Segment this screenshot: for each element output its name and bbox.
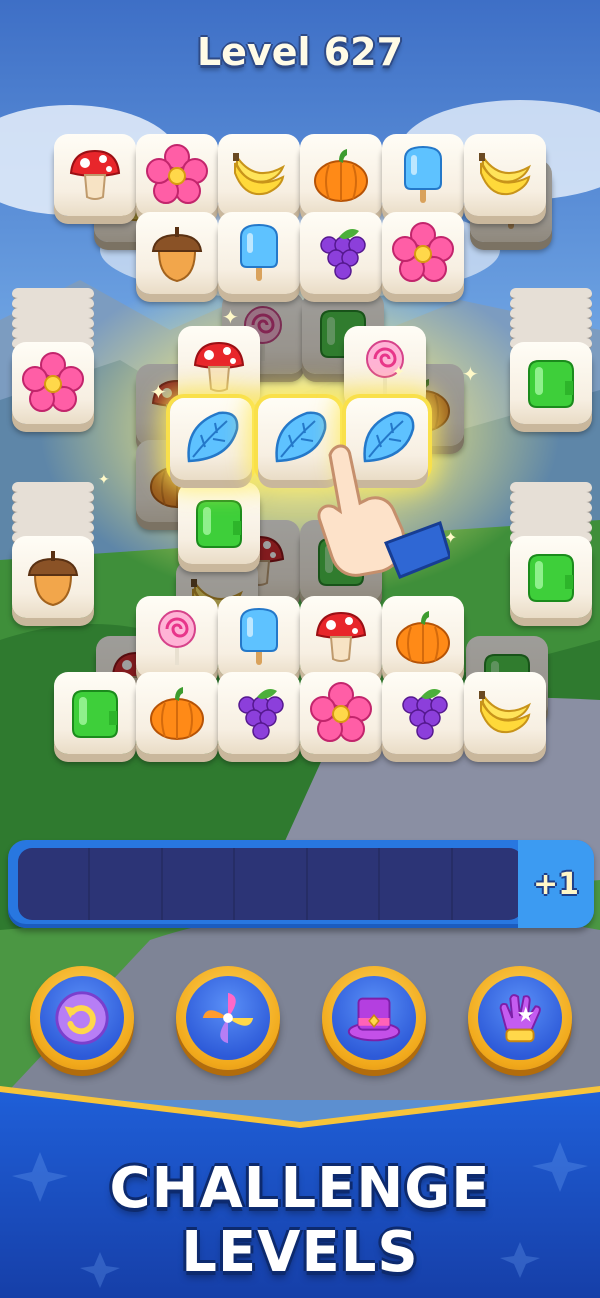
tray-slot (90, 848, 163, 920)
grapes-icon (309, 221, 373, 285)
popsicle-icon (391, 143, 455, 207)
tile-bottom-row-2[interactable] (218, 672, 300, 754)
sparkle: ✦ (98, 472, 110, 488)
add-slot-button[interactable]: +1 (518, 840, 594, 928)
tile-bottom-row-2[interactable] (300, 672, 382, 754)
side-stack-left-bottom (12, 482, 94, 544)
tile-top-row-1[interactable] (54, 134, 136, 216)
tile-bottom-row-1[interactable] (136, 596, 218, 678)
tile-bottom-row-1[interactable] (382, 596, 464, 678)
magic-hat-icon (347, 997, 401, 1042)
magic-glove-icon (499, 994, 541, 1043)
flower-icon (21, 351, 85, 415)
tray-slot (163, 848, 236, 920)
tile-top-row-1[interactable] (382, 134, 464, 216)
tile-top-row-1[interactable] (300, 134, 382, 216)
flower-icon (391, 221, 455, 285)
popsicle-icon (227, 605, 291, 669)
sparkle: ✦ (392, 362, 406, 381)
tile-side-stack[interactable] (12, 536, 94, 618)
pinwheel-icon (202, 992, 254, 1044)
lollipop-icon (353, 335, 417, 399)
tile-top-row-2[interactable] (136, 212, 218, 294)
banana-icon (473, 143, 537, 207)
banana-icon (227, 143, 291, 207)
pumpkin-icon (309, 143, 373, 207)
leaf-icon (179, 407, 243, 471)
acorn-icon (145, 221, 209, 285)
magic-glove-button[interactable] (468, 966, 572, 1070)
tile-top-row-1[interactable] (136, 134, 218, 216)
tray-slots (18, 848, 523, 920)
tile-selected-leaf[interactable] (170, 398, 252, 480)
shuffle-button[interactable] (176, 966, 280, 1070)
sparkle: ✦ (150, 380, 167, 404)
tray-slot (308, 848, 381, 920)
tile-middle[interactable] (344, 326, 426, 408)
grapes-icon (227, 681, 291, 745)
tile-bottom-row-2[interactable] (54, 672, 136, 754)
sparkle: ✦ (222, 305, 239, 329)
acorn-icon (21, 545, 85, 609)
tray-slot (380, 848, 453, 920)
tile-middle[interactable] (178, 326, 260, 408)
jelly-icon (187, 491, 251, 555)
tray-slot (235, 848, 308, 920)
undo-arrow-icon (55, 991, 109, 1045)
grapes-icon (391, 681, 455, 745)
tray-slot (453, 848, 523, 920)
game-scene: Level 627 ✦ ✦ ✦ ✦ ✦ ✦ +1 CHALLENGE LEVEL… (0, 0, 600, 1298)
side-stack-left-top (12, 288, 94, 350)
tile-collection-tray: +1 (8, 840, 594, 928)
tile-bottom-row-1[interactable] (218, 596, 300, 678)
flower-icon (309, 681, 373, 745)
jelly-icon (63, 681, 127, 745)
side-stack-right-top (510, 288, 592, 350)
tile-side-stack[interactable] (510, 536, 592, 618)
tray-slot (18, 848, 91, 920)
tile-top-row-1[interactable] (464, 134, 546, 216)
flower-icon (145, 143, 209, 207)
banner-title-line1: CHALLENGE (109, 1156, 491, 1221)
tile-bottom-row-2[interactable] (382, 672, 464, 754)
sparkle: ✦ (462, 362, 479, 386)
tile-top-row-1[interactable] (218, 134, 300, 216)
tutorial-hand-pointer-icon (317, 444, 450, 579)
tile-bottom-row-2[interactable] (464, 672, 546, 754)
magic-hat-button[interactable] (322, 966, 426, 1070)
mushroom-icon (309, 605, 373, 669)
tile-middle[interactable] (178, 482, 260, 564)
pumpkin-icon (391, 605, 455, 669)
mushroom-icon (63, 143, 127, 207)
level-title: Level 627 (196, 30, 404, 74)
tile-side-stack[interactable] (510, 342, 592, 424)
tile-top-row-2[interactable] (300, 212, 382, 294)
mushroom-icon (187, 335, 251, 399)
jelly-icon (519, 351, 583, 415)
jelly-icon (519, 545, 583, 609)
popsicle-icon (227, 221, 291, 285)
lollipop-icon (145, 605, 209, 669)
banana-icon (473, 681, 537, 745)
tile-top-row-2[interactable] (218, 212, 300, 294)
undo-button[interactable] (30, 966, 134, 1070)
banner-title-line2: LEVELS (181, 1220, 419, 1285)
side-stack-right-bottom (510, 482, 592, 544)
tile-top-row-2[interactable] (382, 212, 464, 294)
tile-bottom-row-1[interactable] (300, 596, 382, 678)
tile-side-stack[interactable] (12, 342, 94, 424)
pumpkin-icon (145, 681, 209, 745)
tile-bottom-row-2[interactable] (136, 672, 218, 754)
